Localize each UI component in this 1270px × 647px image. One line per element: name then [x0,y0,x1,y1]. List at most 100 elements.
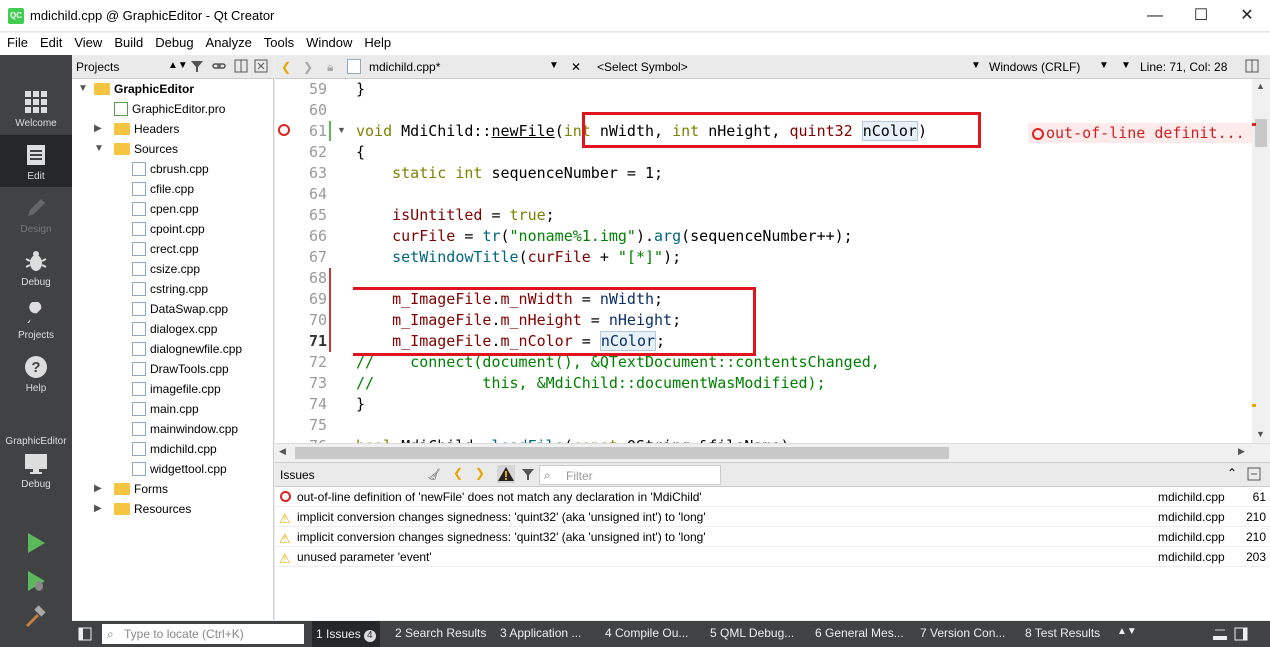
tab-general-messages[interactable]: 6 General Mes... [815,626,904,640]
mode-welcome[interactable]: Welcome [0,82,72,134]
source-file-item[interactable]: csize.cpp [132,259,200,279]
maximize-pane-icon[interactable]: ⌃ [1227,466,1237,480]
split-icon[interactable] [234,59,248,73]
tab-qml-debugger[interactable]: 5 QML Debug... [710,626,794,640]
nav-forward-icon[interactable]: ❯ [303,60,313,74]
chevron-right-icon[interactable]: ▶ [94,503,106,514]
menu-debug[interactable]: Debug [150,33,198,52]
source-file-item[interactable]: DrawTools.cpp [132,359,229,379]
tab-test-results[interactable]: 8 Test Results [1025,626,1100,640]
more-tabs-chevron-icon[interactable]: ▲▼ [1117,626,1137,637]
source-file-item[interactable]: mdichild.cpp [132,439,217,459]
source-file-item[interactable]: cpen.cpp [132,199,199,219]
issue-row[interactable]: ⚠ implicit conversion changes signedness… [275,527,1270,547]
tab-issues[interactable]: 1 Issues 4 [312,621,380,647]
line-ending-selector[interactable]: Windows (CRLF) [989,60,1080,74]
issue-row[interactable]: ⚠ unused parameter 'event' mdichild.cpp … [275,547,1270,567]
source-file-item[interactable]: main.cpp [132,399,199,419]
issues-filter-input[interactable]: ⌕ Filter [539,465,721,485]
line-ending-chevron-icon[interactable]: ▼ [1099,60,1109,71]
source-file-item[interactable]: dialogex.cpp [132,319,217,339]
mode-debug[interactable]: Debug [0,241,72,293]
source-file-item[interactable]: cpoint.cpp [132,219,205,239]
tree-item-headers[interactable]: Headers [114,119,179,139]
close-pane-icon[interactable] [1247,467,1261,481]
chevron-down-icon[interactable]: ▼ [78,83,90,94]
scroll-up-icon[interactable]: ▲ [1256,81,1265,91]
debug-run-button[interactable] [24,569,48,593]
run-button[interactable] [24,531,48,555]
toggle-right-sidebar-icon[interactable] [1234,627,1248,641]
close-pane-icon[interactable] [254,59,268,73]
scroll-down-icon[interactable]: ▼ [1256,429,1265,439]
tree-item-root[interactable]: GraphicEditor [94,79,194,99]
minimize-button[interactable]: — [1132,0,1178,32]
symbol-selector[interactable]: <Select Symbol> [597,60,688,74]
tab-application-output[interactable]: 3 Application ... [500,626,581,640]
tree-item-sources[interactable]: Sources [114,139,178,159]
issue-row[interactable]: ⚠ implicit conversion changes signedness… [275,507,1270,527]
mode-help[interactable]: ? Help [0,347,72,399]
mode-projects[interactable]: Projects [0,294,72,346]
menu-tools[interactable]: Tools [259,33,299,52]
progress-details-icon[interactable] [1212,625,1228,641]
source-file-item[interactable]: widgettool.cpp [132,459,227,479]
toggle-sidebar-icon[interactable] [78,627,92,641]
menu-file[interactable]: File [2,33,33,52]
clean-icon[interactable]: 🧹︎ [427,468,441,481]
next-issue-icon[interactable]: ❯ [475,466,485,480]
scrollbar-thumb[interactable] [1255,119,1267,147]
menu-view[interactable]: View [69,33,107,52]
source-file-item[interactable]: cstring.cpp [132,279,208,299]
scroll-left-icon[interactable]: ◀ [279,446,286,457]
cursor-position[interactable]: Line: 71, Col: 28 [1140,60,1227,74]
projects-pane-title[interactable]: Projects [76,60,119,74]
kit-selector[interactable]: GraphicEditor Debug [0,436,72,506]
prev-issue-icon[interactable]: ❮ [453,466,463,480]
locator-input[interactable]: ⌕ Type to locate (Ctrl+K) [102,624,304,644]
menu-build[interactable]: Build [109,33,148,52]
tree-item-resources[interactable]: Resources [114,499,191,519]
source-file-item[interactable]: cfile.cpp [132,179,194,199]
filter-icon[interactable] [521,467,535,481]
chevron-right-icon[interactable]: ▶ [94,483,106,494]
vertical-scrollbar[interactable]: ▲ ▼ [1252,79,1270,443]
menu-help[interactable]: Help [359,33,396,52]
chevron-updown-icon[interactable]: ▲▼ [168,60,188,71]
tree-item-pro-file[interactable]: GraphicEditor.pro [114,99,225,119]
scroll-right-icon[interactable]: ▶ [1238,446,1245,457]
issue-row[interactable]: out-of-line definition of 'newFile' does… [275,487,1270,507]
link-icon[interactable] [212,59,226,73]
nav-back-icon[interactable]: ❮ [281,60,291,74]
tab-search-results[interactable]: 2 Search Results [395,626,486,640]
mode-design[interactable]: Design [0,188,72,240]
maximize-button[interactable]: ☐ [1178,0,1224,32]
source-file-item[interactable]: imagefile.cpp [132,379,221,399]
mode-edit[interactable]: Edit [0,135,72,187]
file-tab[interactable]: mdichild.cpp* [369,60,440,74]
chevron-down-icon[interactable]: ▼ [94,143,106,154]
filter-icon[interactable] [190,59,204,73]
file-dropdown-chevron-icon[interactable]: ▼ [549,60,559,71]
menu-edit[interactable]: Edit [35,33,67,52]
symbol-dropdown-chevron-icon[interactable]: ▼ [971,60,981,71]
mini-chevron-icon[interactable]: ▼ [1121,60,1131,71]
close-file-icon[interactable]: ✕ [571,60,581,74]
tab-version-control[interactable]: 7 Version Con... [920,626,1005,640]
menu-analyze[interactable]: Analyze [201,33,257,52]
menu-window[interactable]: Window [301,33,357,52]
source-file-item[interactable]: cbrush.cpp [132,159,209,179]
warning-filter-toggle[interactable] [497,465,515,483]
tree-item-forms[interactable]: Forms [114,479,168,499]
error-annotation[interactable]: out-of-line definit... [1028,123,1252,143]
scrollbar-thumb[interactable] [295,447,949,459]
source-file-item[interactable]: mainwindow.cpp [132,419,238,439]
split-editor-icon[interactable] [1245,59,1259,73]
source-file-item[interactable]: crect.cpp [132,239,199,259]
source-file-item[interactable]: dialognewfile.cpp [132,339,242,359]
source-file-item[interactable]: DataSwap.cpp [132,299,228,319]
close-button[interactable]: ✕ [1224,0,1270,32]
build-hammer-button[interactable] [24,605,48,629]
code-editor[interactable]: out-of-line definit... } void MdiChild::… [353,79,1252,443]
tab-compile-output[interactable]: 4 Compile Ou... [605,626,688,640]
